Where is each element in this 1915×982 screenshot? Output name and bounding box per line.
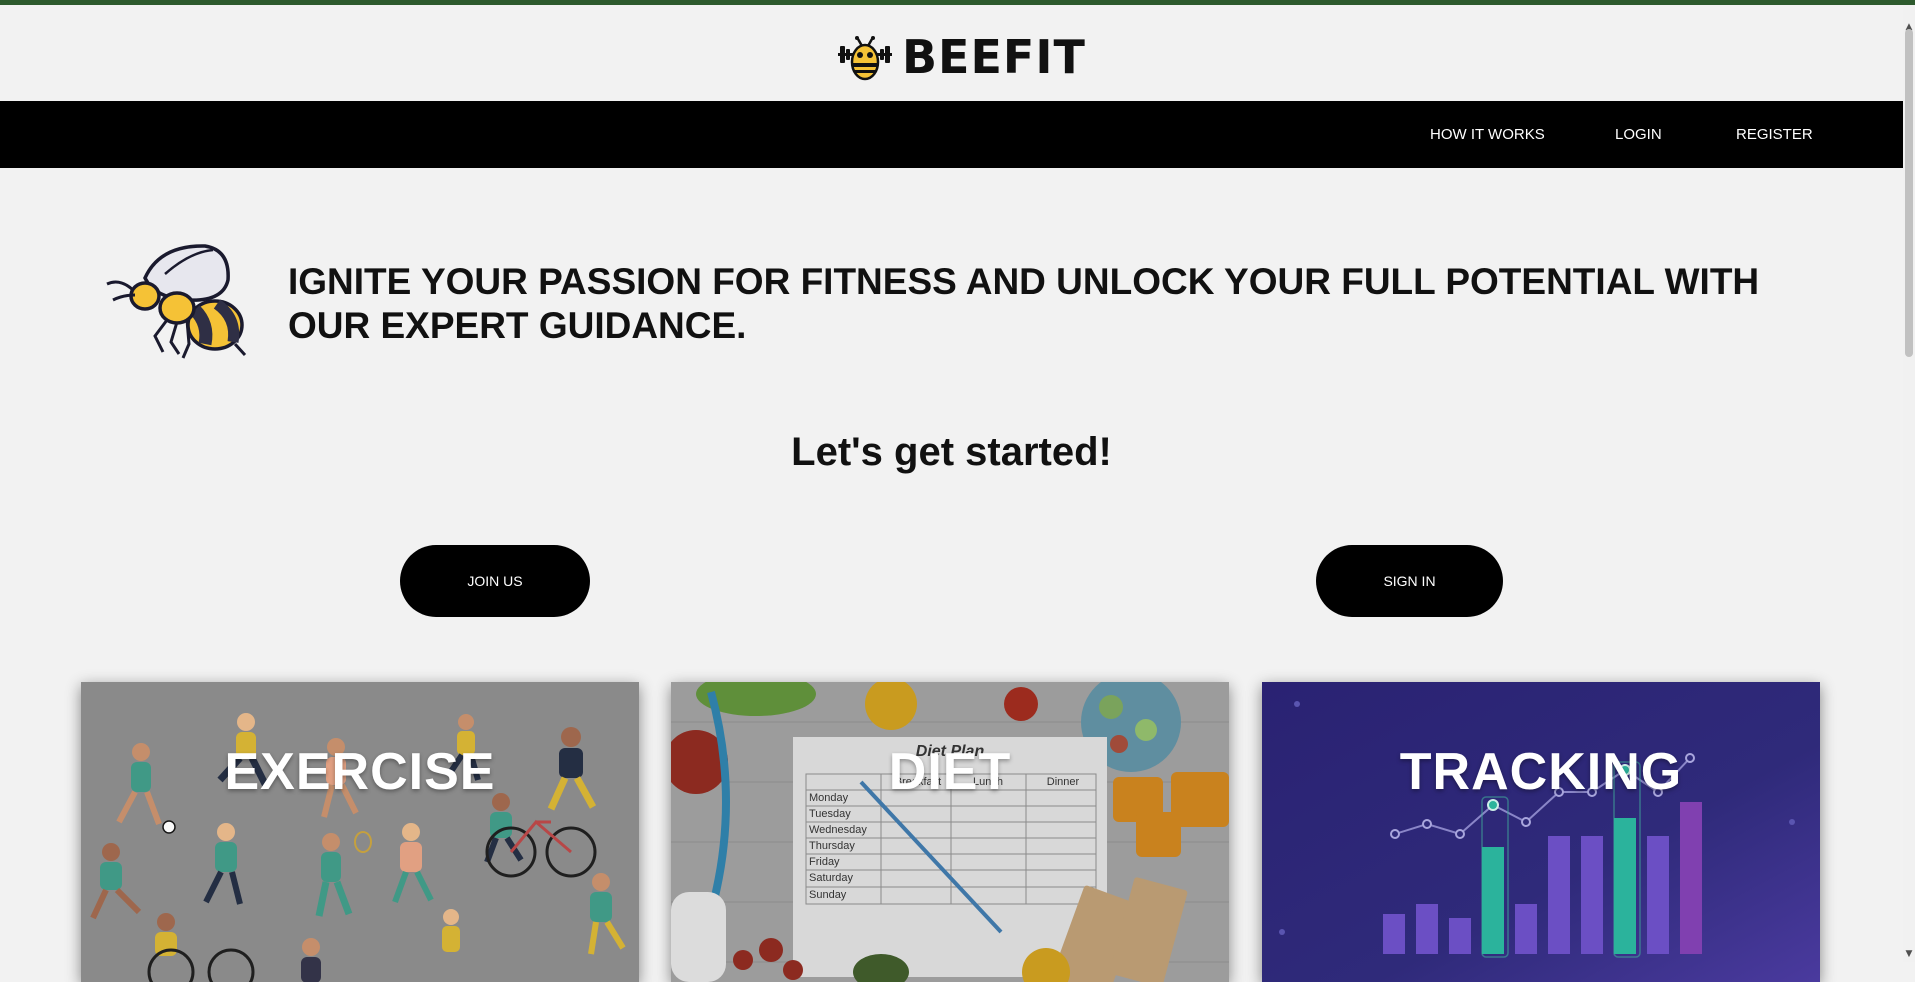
page-scrollbar[interactable]: ▲ ▼ — [1903, 5, 1915, 962]
diet-plan-day: Saturday — [809, 872, 854, 884]
diet-plan-day: Tuesday — [809, 808, 851, 820]
diet-card-title: DIET — [888, 743, 1012, 801]
brand-name: BEEFIT — [902, 30, 1086, 84]
diet-card[interactable]: Diet Plan Breakfast Lunch Dinner Monday … — [671, 682, 1229, 982]
nav-how-it-works[interactable]: HOW IT WORKS — [1430, 101, 1545, 168]
diet-plan-day: Wednesday — [809, 824, 867, 836]
scroll-down-arrow-icon[interactable]: ▼ — [1903, 949, 1915, 959]
brand-logo[interactable]: BEEFIT — [836, 29, 1086, 85]
scrollbar-thumb[interactable] — [1905, 29, 1913, 357]
nav-login[interactable]: LOGIN — [1615, 101, 1662, 168]
tracking-chart-illustration — [1262, 682, 1820, 982]
sign-in-button[interactable]: SIGN IN — [1316, 545, 1503, 617]
diet-plan-day: Sunday — [809, 889, 847, 901]
join-us-button[interactable]: JOIN US — [400, 545, 590, 617]
exercise-card-title: EXERCISE — [224, 743, 496, 801]
hero-tagline: IGNITE YOUR PASSION FOR FITNESS AND UNLO… — [288, 261, 1760, 346]
tracking-card-title: TRACKING — [1399, 743, 1683, 801]
diet-plan-day: Friday — [809, 856, 840, 868]
tracking-card[interactable]: TRACKING — [1262, 682, 1820, 982]
site-header: BEEFIT — [0, 5, 1903, 101]
exercise-illustration — [81, 682, 639, 982]
nav-register[interactable]: REGISTER — [1736, 101, 1813, 168]
exercise-card[interactable]: EXERCISE — [81, 682, 639, 982]
get-started-heading: Let's get started! — [791, 430, 1112, 474]
diet-plan-day: Thursday — [809, 840, 855, 852]
bee-barbell-icon — [838, 36, 892, 81]
bee-icon — [106, 244, 247, 359]
main-navbar: HOW IT WORKS LOGIN REGISTER — [0, 101, 1903, 168]
